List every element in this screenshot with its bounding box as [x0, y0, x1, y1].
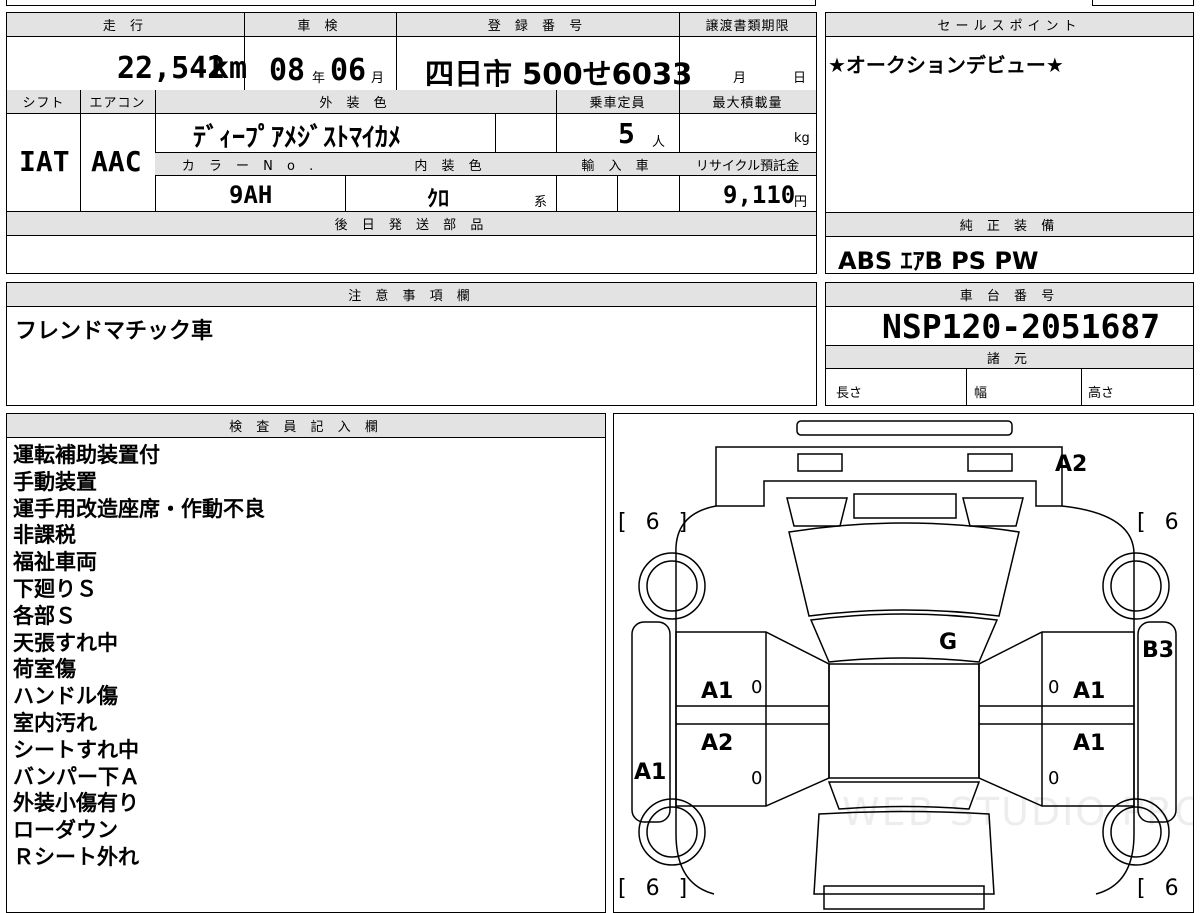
inspection-year: 08	[269, 53, 306, 88]
chassis-box: 車 台 番 号 NSP120-2051687 諸 元 長さ 幅 高さ	[825, 282, 1194, 406]
mileage-value: 22,542	[117, 51, 226, 86]
exterior-color-value: ﾃﾞｨｰﾌﾟｱﾒｼﾞｽﾄﾏｲｶﾒ	[193, 123, 402, 153]
inspector-notes-list: 運転補助装置付 手動装置 運手用改造座席・作動不良 非課税 福祉車両 下廻りＳ …	[13, 442, 265, 871]
inspector-note: 運転補助装置付	[13, 443, 160, 467]
mark-right-front-door: A1	[1073, 731, 1106, 756]
inspector-note: 非課税	[13, 523, 76, 548]
inspector-label: 検 査 員 記 入 欄	[7, 414, 605, 438]
mark-left-front-door-num: 0	[751, 768, 763, 789]
mark-tire-top-left: [ 6 ]	[618, 510, 694, 535]
mark-right-rear-door: A1	[1073, 679, 1106, 704]
inspection-label: 車 検	[244, 13, 396, 37]
height-label: 高さ	[1088, 386, 1115, 401]
mark-tire-bottom-right: [ 6 ]	[1137, 876, 1193, 901]
width-label: 幅	[974, 386, 988, 401]
ac-value: AAC	[91, 145, 142, 178]
mark-left-front-door: A2	[701, 731, 734, 756]
chassis-label: 車 台 番 号	[826, 283, 1193, 307]
inspector-note: バンパー下Ａ	[13, 764, 141, 789]
mark-right-rear-door-num: 0	[1048, 677, 1060, 698]
later-parts-label: 後 日 発 送 部 品	[7, 212, 816, 236]
inspector-note: 各部Ｓ	[13, 603, 76, 628]
transfer-month-unit: 月	[733, 71, 747, 86]
max-load-unit: kg	[794, 131, 810, 146]
color-no-value: 9AH	[229, 181, 273, 209]
inspection-month: 06	[330, 53, 367, 88]
inspector-note: 福祉車両	[13, 550, 97, 575]
dimensions-label: 諸 元	[826, 345, 1193, 369]
inspector-note: 外装小傷有り	[13, 791, 139, 816]
inspector-note: 運手用改造座席・作動不良	[13, 496, 265, 521]
equipment-box: 純 正 装 備 ABS ｴｱB PS PW	[825, 212, 1194, 275]
later-parts-box: 後 日 発 送 部 品	[6, 211, 817, 274]
inspector-note: 荷室傷	[13, 657, 76, 682]
registration-value: 四日市 500せ6033	[425, 57, 693, 91]
sales-point-label: セールスポイント	[826, 13, 1193, 37]
notes-value: フレンドマチック車	[15, 319, 214, 344]
exterior-color-label: 外 装 色	[155, 90, 556, 114]
interior-color-suffix: 系	[534, 195, 548, 210]
capacity-label: 乗車定員	[556, 90, 679, 114]
mark-left-rear-door: A1	[701, 679, 734, 704]
inspector-box: 検 査 員 記 入 欄 運転補助装置付 手動装置 運手用改造座席・作動不良 非課…	[6, 413, 606, 913]
color-no-label: カ ラ ー N o .	[155, 152, 345, 176]
shift-label: シフト	[7, 90, 80, 114]
top-cropped-strip	[6, 0, 816, 6]
transfer-day-unit: 日	[793, 71, 807, 86]
recycle-label: リサイクル預託金	[679, 152, 816, 176]
notes-label: 注 意 事 項 欄	[7, 283, 816, 307]
transfer-docs-label: 譲渡書類期限	[679, 13, 816, 37]
capacity-unit: 人	[652, 135, 666, 150]
inspection-month-unit: 月	[371, 71, 385, 86]
interior-color-label: 内 装 色	[345, 152, 556, 176]
summary-table: 走 行 車 検 登 録 番 号 譲渡書類期限 22,542 km 08 年 06…	[6, 12, 817, 212]
inspector-note: ハンドル傷	[13, 684, 118, 709]
mark-tire-bottom-left: [ 6 ]	[618, 876, 694, 901]
watermark: WEB STUDIO PRO	[842, 790, 1194, 834]
shift-value: IAT	[19, 145, 70, 178]
registration-label: 登 録 番 号	[396, 13, 679, 37]
vehicle-map-diagram	[631, 420, 1177, 910]
capacity-value: 5	[618, 117, 635, 150]
inspector-note: 手動装置	[13, 469, 97, 494]
mark-left-side-a1: A1	[634, 760, 667, 785]
chassis-value: NSP120-2051687	[882, 307, 1161, 346]
vehicle-diagram-box: A2 [ 6 ] [ 6 ] G B3 A1 0 A1 0 A2 0 A1 0 …	[613, 413, 1194, 913]
max-load-label: 最大積載量	[679, 90, 816, 114]
mileage-label: 走 行	[7, 13, 244, 37]
import-label: 輸 入 車	[556, 152, 679, 176]
inspector-note: 下廻りＳ	[13, 576, 97, 601]
top-cropped-strip-right	[1092, 0, 1194, 6]
recycle-value: 9,110	[723, 181, 796, 209]
length-label: 長さ	[836, 386, 863, 401]
equipment-value: ABS ｴｱB PS PW	[838, 247, 1039, 275]
interior-color-value: ｸﾛ	[427, 187, 450, 212]
inspector-note: 天張すれ中	[13, 630, 118, 655]
inspection-year-unit: 年	[312, 71, 326, 86]
notes-box: 注 意 事 項 欄 フレンドマチック車	[6, 282, 817, 406]
inspector-note: Ｒシート外れ	[13, 844, 139, 869]
mark-right-front-door-num: 0	[1048, 768, 1060, 789]
sales-point-value: ★オークションデビュー★	[828, 53, 1064, 77]
sales-point-box: セールスポイント ★オークションデビュー★	[825, 12, 1194, 213]
mark-tire-top-right: [ 6 ]	[1137, 510, 1193, 535]
mark-right-side-b3: B3	[1142, 638, 1175, 663]
recycle-unit: 円	[794, 195, 808, 210]
inspector-note: 室内汚れ	[13, 710, 97, 735]
equipment-label: 純 正 装 備	[826, 213, 1193, 237]
mileage-unit: km	[211, 51, 248, 86]
mark-rear-a2: A2	[1055, 452, 1088, 477]
ac-label: エアコン	[80, 90, 155, 114]
mark-roof-g: G	[939, 630, 958, 655]
inspector-note: シートすれ中	[13, 737, 139, 762]
mark-left-rear-door-num: 0	[751, 677, 763, 698]
inspector-note: ローダウン	[13, 818, 118, 843]
